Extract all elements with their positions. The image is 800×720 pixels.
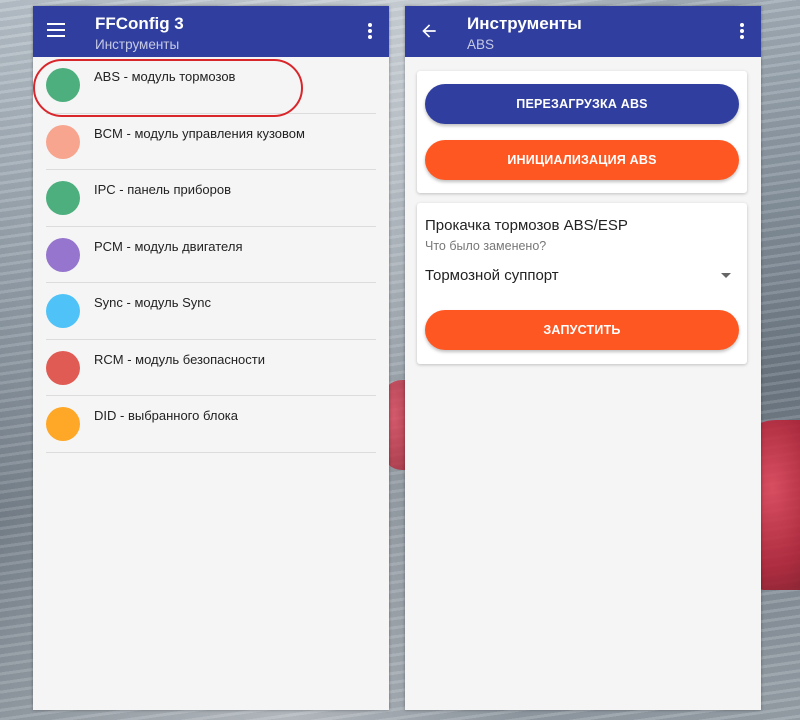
module-status-icon bbox=[46, 407, 80, 441]
arrow-back-icon[interactable] bbox=[419, 21, 439, 41]
module-status-icon bbox=[46, 350, 80, 385]
abs-init-button[interactable]: ИНИЦИАЛИЗАЦИЯ ABS bbox=[425, 140, 739, 180]
screen-subtitle: ABS bbox=[467, 37, 495, 52]
bleed-question: Что было заменено? bbox=[425, 239, 547, 253]
list-item-abs[interactable]: ABS - модуль тормозов bbox=[33, 57, 389, 114]
run-button[interactable]: ЗАПУСТИТЬ bbox=[425, 310, 739, 350]
module-status-icon bbox=[46, 294, 80, 328]
more-vert-icon[interactable] bbox=[367, 23, 373, 39]
app-title: FFConfig 3 bbox=[95, 14, 184, 33]
brake-bleed-card: Прокачка тормозов ABS/ESP Что было замен… bbox=[417, 203, 747, 364]
module-status-icon bbox=[46, 68, 80, 102]
list-item-ipc[interactable]: IPC - панель приборов bbox=[33, 170, 389, 227]
right-app-bar: Инструменты ABS bbox=[405, 6, 761, 57]
module-status-icon bbox=[46, 181, 80, 215]
module-label: DID - выбранного блока bbox=[94, 408, 239, 423]
list-item-did[interactable]: DID - выбранного блока bbox=[33, 396, 389, 453]
replaced-part-select[interactable]: Тормозной суппорт bbox=[425, 263, 739, 289]
more-vert-icon[interactable] bbox=[739, 23, 745, 39]
dropdown-arrow-icon bbox=[721, 273, 731, 278]
hamburger-menu-icon[interactable] bbox=[47, 23, 65, 37]
module-label: IPC - панель приборов bbox=[94, 182, 232, 197]
bleed-title: Прокачка тормозов ABS/ESP bbox=[425, 217, 628, 234]
left-app-bar: FFConfig 3 Инструменты bbox=[33, 6, 389, 57]
abs-actions-card: ПЕРЕЗАГРУЗКА ABS ИНИЦИАЛИЗАЦИЯ ABS bbox=[417, 71, 747, 193]
screen-title: Инструменты bbox=[467, 14, 582, 33]
select-value: Тормозной суппорт bbox=[425, 267, 559, 284]
app-subtitle: Инструменты bbox=[95, 37, 180, 52]
module-status-icon bbox=[46, 124, 80, 159]
module-label: Sync - модуль Sync bbox=[94, 295, 212, 310]
list-item-rcm[interactable]: RCM - модуль безопасности bbox=[33, 340, 389, 396]
module-label: ABS - модуль тормозов bbox=[94, 69, 236, 84]
abs-reset-button[interactable]: ПЕРЕЗАГРУЗКА ABS bbox=[425, 84, 739, 124]
left-screen: FFConfig 3 Инструменты ABS - модуль торм… bbox=[33, 6, 389, 710]
module-label: BCM - модуль управления кузовом bbox=[94, 125, 305, 141]
list-item-sync[interactable]: Sync - модуль Sync bbox=[33, 283, 389, 340]
module-status-icon bbox=[46, 237, 80, 272]
module-label: RCM - модуль безопасности bbox=[94, 351, 265, 367]
divider bbox=[46, 451, 376, 453]
right-screen: Инструменты ABS ПЕРЕЗАГРУЗКА ABS ИНИЦИАЛ… bbox=[405, 6, 761, 710]
list-item-pcm[interactable]: PCM - модуль двигателя bbox=[33, 227, 389, 283]
module-label: PCM - модуль двигателя bbox=[94, 238, 243, 254]
module-list: ABS - модуль тормозов BCM - модуль управ… bbox=[33, 57, 389, 453]
list-item-bcm[interactable]: BCM - модуль управления кузовом bbox=[33, 114, 389, 170]
